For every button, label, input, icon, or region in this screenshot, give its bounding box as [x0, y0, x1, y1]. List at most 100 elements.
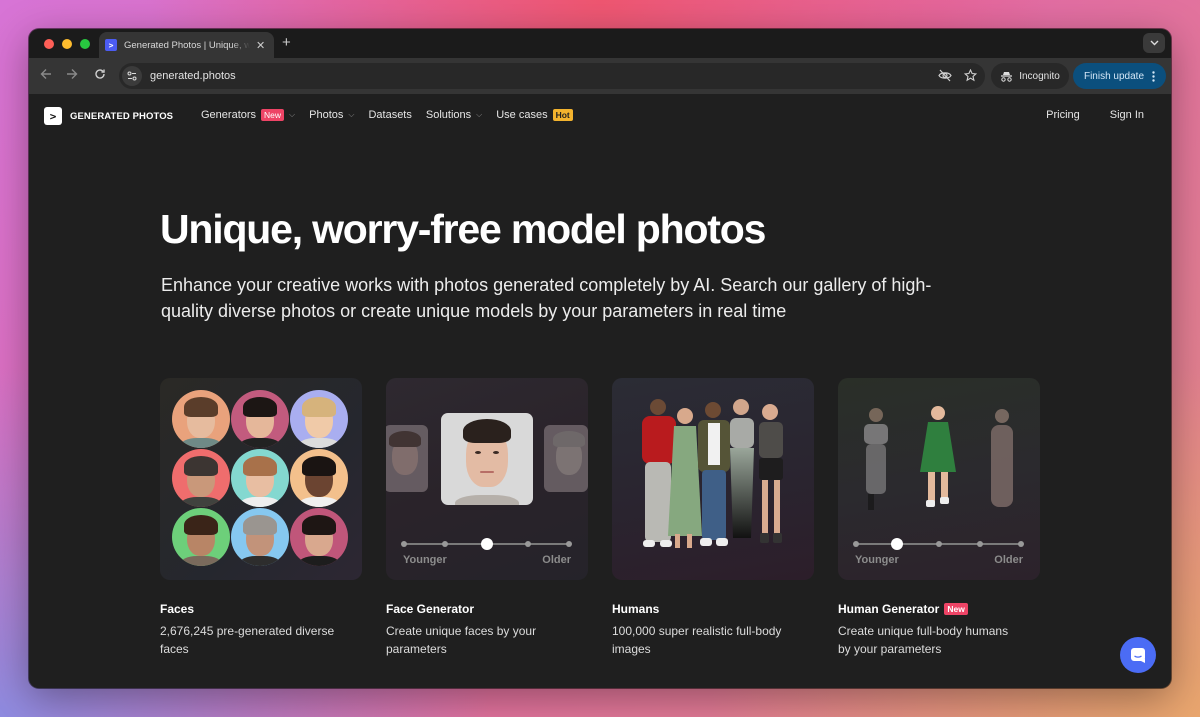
- human-generator-preview[interactable]: Younger Older: [838, 378, 1040, 580]
- sign-in-link[interactable]: Sign In: [1110, 109, 1144, 121]
- face-hair: [184, 397, 218, 417]
- chevron-down-icon: [1150, 40, 1158, 46]
- card-title: Humans: [612, 602, 660, 616]
- eye-off-icon[interactable]: [938, 69, 952, 82]
- card-description: Create unique faces by your parameters: [386, 624, 537, 656]
- face-body: [239, 497, 281, 507]
- face-thumbnail[interactable]: [231, 508, 289, 566]
- face-thumbnail[interactable]: [231, 449, 289, 507]
- pricing-link[interactable]: Pricing: [1046, 109, 1080, 121]
- site-logo[interactable]: > GENERATED PHOTOS: [44, 107, 173, 125]
- slider-step-dot[interactable]: [524, 541, 531, 547]
- header-actions: Pricing Sign In: [1046, 109, 1144, 121]
- face-body: [298, 497, 340, 507]
- reload-icon: [95, 69, 105, 79]
- face-hair: [243, 456, 277, 476]
- face-body: [239, 438, 281, 448]
- new-tab-button[interactable]: +: [282, 35, 291, 50]
- chevron-down-icon: ⌵: [476, 110, 483, 119]
- face-thumbnail[interactable]: [231, 390, 289, 448]
- chat-support-button[interactable]: [1120, 637, 1156, 673]
- favicon-icon: >: [105, 39, 117, 51]
- card-humans[interactable]: Humans 100,000 super realistic full-body…: [612, 378, 814, 658]
- nav-item-generators[interactable]: Generators New ⌵: [201, 109, 295, 121]
- person-figure-younger: [864, 408, 888, 510]
- slider-max-label: Older: [542, 554, 571, 566]
- face-thumbnail[interactable]: [172, 449, 230, 507]
- card-title: Human Generator New: [838, 602, 1040, 616]
- face-thumbnail[interactable]: [290, 390, 348, 448]
- face-thumbnail-older: [544, 425, 588, 492]
- slider-step-dot[interactable]: [401, 541, 407, 547]
- back-button[interactable]: [40, 68, 52, 83]
- tune-icon: [127, 71, 137, 81]
- incognito-icon: [1001, 71, 1013, 82]
- nav-item-photos[interactable]: Photos ⌵: [309, 109, 354, 121]
- nav-item-solutions[interactable]: Solutions ⌵: [426, 109, 482, 121]
- logo-icon: >: [44, 107, 62, 125]
- card-title-text: Human Generator: [838, 602, 940, 616]
- slider-step-dot[interactable]: [566, 541, 572, 547]
- age-slider[interactable]: [401, 538, 572, 550]
- tab-title: Generated Photos | Unique, worry-free mo…: [124, 39, 250, 51]
- slider-step-dot[interactable]: [935, 541, 942, 547]
- main-nav: Generators New ⌵ Photos ⌵ Datasets Solut…: [201, 109, 587, 121]
- close-tab-icon[interactable]: ✕: [256, 39, 265, 52]
- card-face-generator[interactable]: Younger Older Face Generator Create uniq…: [386, 378, 588, 658]
- slider-knob[interactable]: [891, 538, 904, 550]
- face-hair: [302, 397, 336, 417]
- person-figure-selected: [920, 406, 956, 507]
- site-info-button[interactable]: [122, 66, 142, 86]
- face-thumbnail[interactable]: [172, 508, 230, 566]
- product-cards: Faces 2,676,245 pre-generated diverse fa…: [160, 378, 1040, 658]
- chevron-down-icon: ⌵: [289, 110, 296, 119]
- tab-search-button[interactable]: [1143, 33, 1165, 53]
- nav-label: Generators: [201, 109, 257, 121]
- incognito-indicator[interactable]: Incognito: [991, 63, 1069, 89]
- url-text[interactable]: generated.photos: [150, 70, 236, 82]
- hero-title: Unique, worry-free model photos: [160, 206, 766, 252]
- face-generator-preview[interactable]: Younger Older: [386, 378, 588, 580]
- face-thumbnail[interactable]: [290, 449, 348, 507]
- reload-button[interactable]: [94, 68, 106, 83]
- slider-step-dot[interactable]: [853, 541, 859, 547]
- new-badge: New: [944, 603, 968, 615]
- card-faces[interactable]: Faces 2,676,245 pre-generated diverse fa…: [160, 378, 362, 658]
- face-thumbnail[interactable]: [290, 508, 348, 566]
- face-thumbnail[interactable]: [172, 390, 230, 448]
- forward-button[interactable]: [66, 68, 78, 83]
- slider-step-dot[interactable]: [976, 541, 983, 547]
- chevron-down-icon: ⌵: [348, 110, 355, 119]
- address-bar[interactable]: generated.photos: [119, 63, 985, 89]
- face-hair: [184, 456, 218, 476]
- humans-preview-image[interactable]: [612, 378, 814, 580]
- age-slider[interactable]: [853, 538, 1024, 550]
- star-icon[interactable]: [964, 69, 977, 82]
- card-description: 100,000 super realistic full-body images: [612, 624, 782, 656]
- browser-tab[interactable]: > Generated Photos | Unique, worry-free …: [99, 32, 274, 58]
- minimize-window-button[interactable]: [62, 39, 72, 49]
- maximize-window-button[interactable]: [80, 39, 90, 49]
- face-hair: [243, 397, 277, 417]
- face-body: [180, 497, 222, 507]
- browser-window: > Generated Photos | Unique, worry-free …: [29, 29, 1171, 688]
- card-human-generator[interactable]: Younger Older Human Generator New Create…: [838, 378, 1040, 658]
- nav-label: Datasets: [368, 109, 412, 121]
- slider-step-dot[interactable]: [442, 541, 449, 547]
- slider-min-label: Younger: [403, 554, 447, 566]
- tab-strip: > Generated Photos | Unique, worry-free …: [29, 29, 1171, 58]
- slider-knob[interactable]: [480, 538, 493, 550]
- faces-preview-image[interactable]: [160, 378, 362, 580]
- close-window-button[interactable]: [44, 39, 54, 49]
- browser-toolbar: generated.photos Incognito Finish update: [29, 58, 1171, 94]
- person-figure: [730, 399, 754, 538]
- nav-item-datasets[interactable]: Datasets: [368, 109, 411, 121]
- nav-item-use-cases[interactable]: Use cases Hot: [496, 109, 573, 121]
- logo-text: GENERATED PHOTOS: [70, 110, 174, 122]
- person-figure-older: [991, 409, 1013, 507]
- nav-label: Solutions: [425, 109, 472, 121]
- finish-update-button[interactable]: Finish update: [1073, 63, 1166, 89]
- slider-step-dot[interactable]: [1018, 541, 1024, 547]
- page-content: > GENERATED PHOTOS Generators New ⌵ Phot…: [29, 94, 1171, 688]
- card-title: Face Generator: [386, 602, 475, 616]
